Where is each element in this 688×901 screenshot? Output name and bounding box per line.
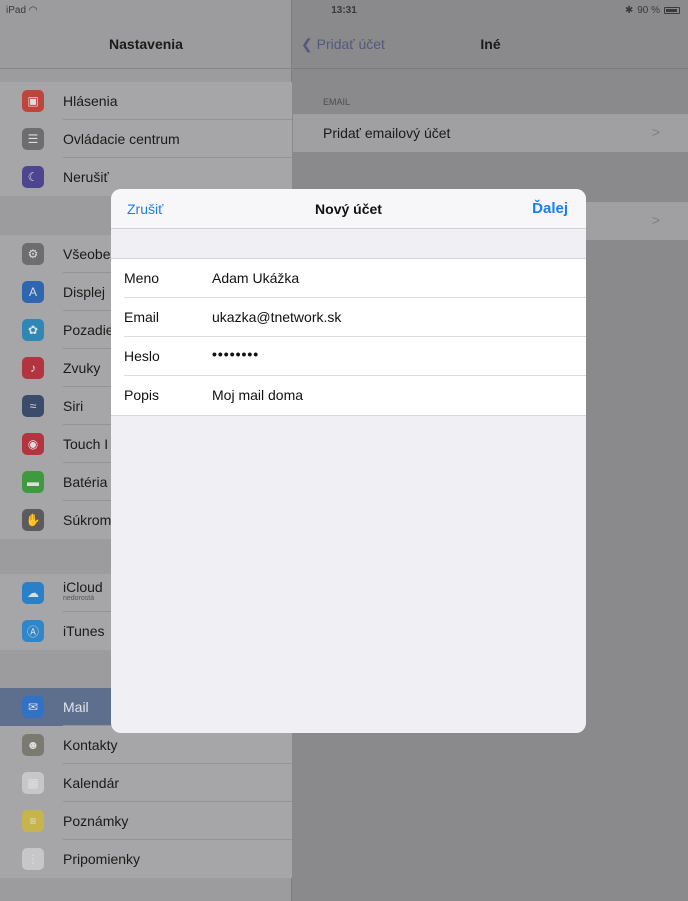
sidebar-item-label: Kontakty xyxy=(63,737,118,753)
sidebar-item-label: Pozadie xyxy=(63,322,114,338)
sidebar-item-label: Všeobe xyxy=(63,246,111,262)
modal-title: Nový účet xyxy=(315,201,382,217)
calendar-icon: ▦ xyxy=(22,772,44,794)
description-row: Popis xyxy=(111,376,586,415)
name-row: Meno xyxy=(111,259,586,298)
description-field[interactable] xyxy=(212,387,552,403)
sidebar-item-label: Zvuky xyxy=(63,360,101,376)
battery-icon xyxy=(664,7,680,14)
sidebar-item-label: iCloud xyxy=(63,579,103,595)
sidebar-group: ▣ Hlásenia ☰ Ovládacie centrum ☾ Nerušiť xyxy=(0,82,292,196)
fingerprint-icon: ◉ xyxy=(22,433,44,455)
next-button[interactable]: Ďalej xyxy=(532,200,568,217)
sidebar-item-label: Displej xyxy=(63,284,106,300)
sidebar-item-label: Kalendár xyxy=(63,775,120,791)
password-label: Heslo xyxy=(124,348,160,364)
notes-icon: ≡ xyxy=(22,810,44,832)
app-store-icon: Ⓐ xyxy=(22,620,44,642)
sidebar-item-label: Mail xyxy=(63,699,89,715)
sidebar-item-kalend-r[interactable]: ▦ Kalendár xyxy=(0,764,292,802)
battery-icon: ▬ xyxy=(22,471,44,493)
add-email-account-row[interactable]: Pridať emailový účet > xyxy=(293,114,688,152)
sidebar-item-label: Siri xyxy=(63,398,84,414)
password-row: Heslo xyxy=(111,337,586,376)
detail-nav-bar: ❮ Pridať účet Iné xyxy=(293,36,688,56)
status-bar: iPad ◠ 13:31 ✱ 90 % xyxy=(0,0,688,20)
sidebar-nav-divider xyxy=(0,68,292,69)
password-field[interactable] xyxy=(212,346,552,362)
sidebar-item-label: Ovládacie centrum xyxy=(63,131,180,147)
account-form: Meno Email Heslo Popis xyxy=(111,258,586,416)
contacts-icon: ☻ xyxy=(22,734,44,756)
name-field[interactable] xyxy=(212,270,552,286)
sidebar-item-label: Batéria xyxy=(63,474,108,490)
sidebar-item-label: Touch I xyxy=(63,436,109,452)
status-right: ✱ 90 % xyxy=(625,5,680,16)
modal-nav-bar: Zrušiť Nový účet Ďalej xyxy=(111,189,586,229)
moon-icon: ☾ xyxy=(22,166,44,188)
display-icon: A xyxy=(22,281,44,303)
sidebar-item-ovl-dacie-centrum[interactable]: ☰ Ovládacie centrum xyxy=(0,120,292,158)
siri-icon: ≈ xyxy=(22,395,44,417)
notifications-icon: ▣ xyxy=(22,90,44,112)
sidebar-item-pozn-mky[interactable]: ≡ Poznámky xyxy=(0,802,292,840)
sidebar-item-label: Poznámky xyxy=(63,813,129,829)
email-field[interactable] xyxy=(212,309,552,325)
email-row: Email xyxy=(111,298,586,337)
add-email-account-label: Pridať emailový účet xyxy=(323,125,451,141)
bluetooth-icon: ✱ xyxy=(624,5,634,16)
sidebar-item-pripomienky[interactable]: ⋮ Pripomienky xyxy=(0,840,292,878)
email-section-header: EMAIL xyxy=(323,97,351,107)
reminders-icon: ⋮ xyxy=(22,848,44,870)
new-account-modal: Zrušiť Nový účet Ďalej Meno Email Heslo … xyxy=(111,189,586,733)
detail-title: Iné xyxy=(480,36,501,52)
sidebar-item-label: iTunes xyxy=(63,623,105,639)
gear-icon: ⚙ xyxy=(22,243,44,265)
hand-icon: ✋ xyxy=(22,509,44,531)
chevron-right-icon: > xyxy=(651,212,660,228)
wallpaper-icon: ✿ xyxy=(22,319,44,341)
sidebar-item-sublabel: nedorostá xyxy=(63,595,95,602)
sidebar-item-label: Nerušiť xyxy=(63,169,109,185)
sidebar-item-label: Pripomienky xyxy=(63,851,141,867)
mail-icon: ✉ xyxy=(22,696,44,718)
email-label: Email xyxy=(124,309,160,325)
cloud-icon: ☁ xyxy=(22,582,44,604)
control-center-icon: ☰ xyxy=(22,128,44,150)
detail-nav-divider xyxy=(293,68,688,69)
chevron-right-icon: > xyxy=(651,124,660,140)
sidebar-item-label: Súkrom xyxy=(63,512,112,528)
name-label: Meno xyxy=(124,270,160,286)
battery-percent: 90 % xyxy=(637,5,660,16)
description-label: Popis xyxy=(124,387,160,403)
speaker-icon: ♪ xyxy=(22,357,44,379)
sidebar-item-hl-senia[interactable]: ▣ Hlásenia xyxy=(0,82,292,120)
status-time: 13:31 xyxy=(331,5,357,16)
sidebar-item-label: Hlásenia xyxy=(63,93,118,109)
sidebar-title: Nastavenia xyxy=(109,36,183,52)
